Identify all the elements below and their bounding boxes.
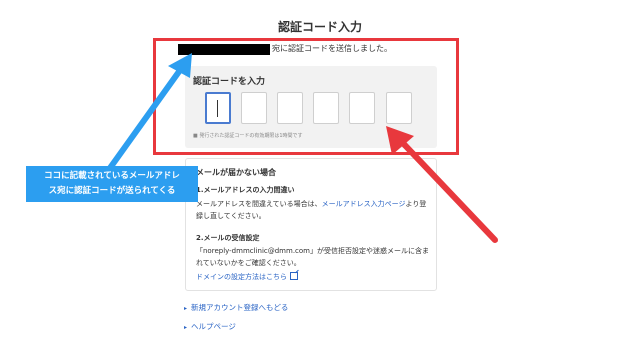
external-link-icon [290,272,298,280]
help-section1-body: メールアドレスを間違えている場合は、メールアドレス入力ページより登録し直してくだ… [196,198,432,222]
code-digit-input-3[interactable] [277,92,303,124]
help-section2-title: 2.メールの受信設定 [196,234,260,242]
page-title: 認証コード入力 [277,20,362,34]
new-account-link-label: 新規アカウント登録へもどる [191,303,289,312]
domain-settings-link[interactable]: ドメインの設定方法はこちら [196,272,298,282]
code-digit-input-2[interactable] [241,92,267,124]
help-title: メールが届かない場合 [196,168,276,177]
code-digit-input-1[interactable] [205,92,231,124]
sent-message: 宛に認証コードを送信しました。 [272,44,392,53]
help-page-link-label: ヘルプページ [191,322,236,331]
text-caret [217,100,218,117]
help-section1-title: 1.メールアドレスの入力間違い [196,186,295,194]
callout-line-1: ココに記載されているメールアドレ [44,171,180,181]
code-entry-heading: 認証コードを入力 [193,77,266,87]
help-section1-text: メールアドレスを間違えている場合は、 [196,200,322,208]
domain-settings-link-label: ドメインの設定方法はこちら [196,273,287,281]
new-account-link[interactable]: ▸ 新規アカウント登録へもどる [184,302,288,313]
code-digit-input-4[interactable] [313,92,339,124]
help-page-link[interactable]: ▸ ヘルプページ [184,321,236,332]
chevron-right-icon: ▸ [184,305,188,312]
expiry-note: ■ 発行された認証コードの有効期限は1時間です [193,133,303,139]
code-digit-input-6[interactable] [386,92,412,124]
code-entry-panel: 認証コードを入力 ■ 発行された認証コードの有効期限は1時間です [185,66,437,148]
redacted-email [178,44,270,55]
chevron-right-icon: ▸ [184,324,188,331]
help-section2-body: 「noreply-dmmclinic@dmm.com」が受信拒否設定や迷惑メール… [196,247,429,267]
blue-arrow-shaft [107,63,186,171]
email-entry-page-link[interactable]: メールアドレス入力ページ [322,200,406,208]
code-digit-input-5[interactable] [349,92,375,124]
callout-line-2: ス宛に認証コードが送られてくる [48,186,176,196]
help-card: メールが届かない場合 1.メールアドレスの入力間違い メールアドレスを間違えてい… [185,158,437,291]
annotation-callout: ココに記載されているメールアドレ ス宛に認証コードが送られてくる [26,166,198,202]
